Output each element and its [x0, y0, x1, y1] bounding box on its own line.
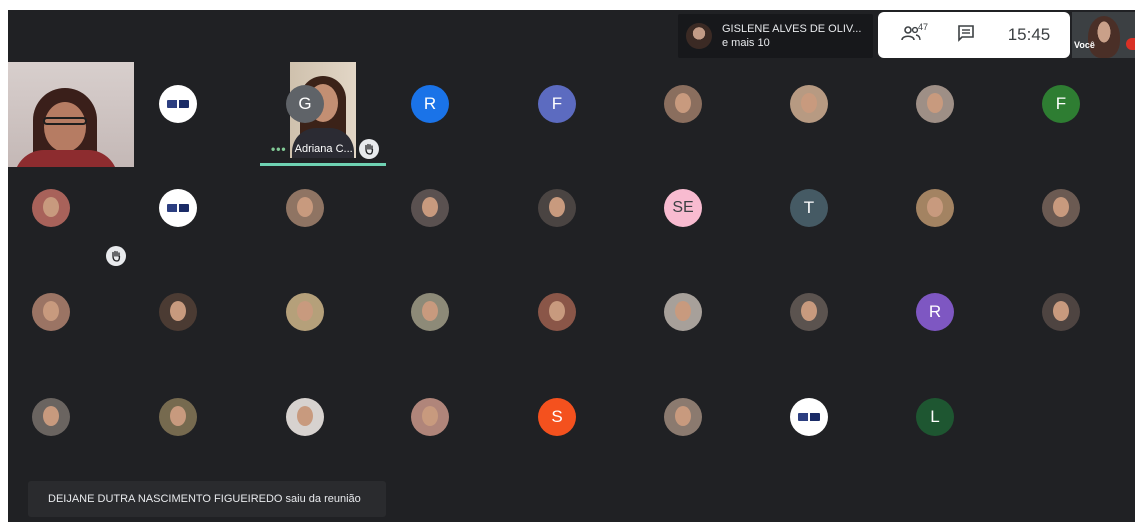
participant-avatar-photo[interactable]	[790, 293, 828, 331]
participant-avatar-photo[interactable]	[286, 398, 324, 436]
toast-message: DEIJANE DUTRA NASCIMENTO FIGUEIREDO saiu…	[48, 493, 361, 505]
participant-avatar-letter[interactable]: L	[916, 398, 954, 436]
avatar-initial: R	[423, 94, 437, 113]
profile-photo	[32, 293, 70, 331]
participant-avatar-photo[interactable]	[286, 189, 324, 227]
more-options-icon[interactable]: •••	[271, 142, 287, 156]
profile-photo	[790, 85, 828, 123]
profile-photo	[159, 293, 197, 331]
profile-photo	[286, 189, 324, 227]
chat-icon	[957, 24, 975, 47]
participant-avatar-photo[interactable]	[664, 293, 702, 331]
speaker-text: GISLENE ALVES DE OLIV... e mais 10	[722, 22, 861, 50]
speaker-more: e mais 10	[722, 37, 770, 49]
participant-avatar-photo[interactable]	[32, 398, 70, 436]
participant-avatar-photo[interactable]	[1042, 189, 1080, 227]
profile-photo	[32, 189, 70, 227]
participant-avatar-letter[interactable]: G	[286, 85, 324, 123]
top-bar: GISLENE ALVES DE OLIV... e mais 10 47 15…	[8, 10, 1135, 62]
avatar-initial: L	[930, 407, 940, 426]
meeting-screen: GISLENE ALVES DE OLIV... e mais 10 47 15…	[8, 10, 1135, 522]
self-video	[1088, 16, 1120, 58]
chat-button[interactable]	[944, 12, 988, 58]
profile-photo	[286, 398, 324, 436]
participant-avatar-photo[interactable]	[790, 85, 828, 123]
self-notification-badge	[1126, 38, 1135, 50]
speaker-name: GISLENE ALVES DE OLIV...	[722, 23, 862, 35]
speaking-indicator	[260, 163, 386, 166]
avatar-initial: F	[1055, 94, 1067, 113]
notification-toast: DEIJANE DUTRA NASCIMENTO FIGUEIREDO saiu…	[28, 481, 386, 517]
meeting-controls: 47 15:45	[878, 12, 1070, 58]
self-view-tile[interactable]: Você	[1072, 12, 1135, 58]
profile-photo	[916, 189, 954, 227]
participant-avatar-logo[interactable]	[159, 189, 197, 227]
avatar-initial: R	[928, 302, 942, 321]
participant-avatar-letter[interactable]: F	[538, 85, 576, 123]
speaker-avatar	[686, 23, 712, 49]
profile-photo	[664, 293, 702, 331]
profile-photo	[1042, 293, 1080, 331]
participant-avatar-photo[interactable]	[32, 293, 70, 331]
participant-avatar-photo[interactable]	[32, 189, 70, 227]
profile-photo	[32, 398, 70, 436]
participant-avatar-letter[interactable]: R	[916, 293, 954, 331]
school-logo-icon	[794, 407, 824, 427]
participant-avatar-photo[interactable]	[538, 189, 576, 227]
participant-avatar-photo[interactable]	[664, 398, 702, 436]
participant-avatar-photo[interactable]	[916, 85, 954, 123]
participant-avatar-letter[interactable]: R	[411, 85, 449, 123]
participant-avatar-photo[interactable]	[916, 189, 954, 227]
participant-avatar-letter[interactable]: F	[1042, 85, 1080, 123]
raised-hand-icon	[359, 139, 379, 159]
profile-photo	[916, 85, 954, 123]
profile-photo	[664, 398, 702, 436]
profile-photo	[664, 85, 702, 123]
profile-photo	[411, 293, 449, 331]
clock: 15:45	[1007, 25, 1051, 44]
school-logo-icon	[163, 198, 193, 218]
participant-avatar-letter[interactable]: SE	[664, 189, 702, 227]
active-speaker-chip[interactable]: GISLENE ALVES DE OLIV... e mais 10	[678, 14, 873, 58]
participant-avatar-logo[interactable]	[159, 85, 197, 123]
avatar-initial: G	[298, 94, 312, 113]
participants-count: 47	[918, 22, 929, 32]
participants-button[interactable]: 47	[878, 12, 944, 58]
avatar-initial: F	[551, 94, 563, 113]
participant-avatar-photo[interactable]	[538, 293, 576, 331]
raised-hand-icon	[106, 246, 126, 266]
participant-avatar-photo[interactable]	[411, 398, 449, 436]
profile-photo	[1042, 189, 1080, 227]
participant-avatar-photo[interactable]	[286, 293, 324, 331]
video-tile-main[interactable]	[8, 62, 134, 167]
self-label: Você	[1074, 40, 1095, 50]
profile-photo	[411, 398, 449, 436]
school-logo-icon	[163, 94, 193, 114]
profile-photo	[538, 189, 576, 227]
participant-avatar-photo[interactable]	[664, 85, 702, 123]
participant-avatar-photo[interactable]	[1042, 293, 1080, 331]
participant-avatar-photo[interactable]	[411, 293, 449, 331]
participant-avatar-logo[interactable]	[790, 398, 828, 436]
profile-photo	[159, 398, 197, 436]
pinned-name: Adriana C...	[294, 143, 353, 155]
profile-photo	[411, 189, 449, 227]
profile-photo	[286, 293, 324, 331]
participant-avatar-letter[interactable]: S	[538, 398, 576, 436]
participant-avatar-photo[interactable]	[159, 398, 197, 436]
avatar-initial: S	[551, 407, 563, 426]
participant-avatar-photo[interactable]	[411, 189, 449, 227]
participant-avatar-photo[interactable]	[159, 293, 197, 331]
pinned-name-label: ••• Adriana C...	[271, 141, 371, 157]
avatar-initial: T	[803, 198, 815, 217]
participant-avatar-letter[interactable]: T	[790, 189, 828, 227]
profile-photo	[790, 293, 828, 331]
profile-photo	[538, 293, 576, 331]
avatar-initial: SE	[672, 199, 694, 216]
